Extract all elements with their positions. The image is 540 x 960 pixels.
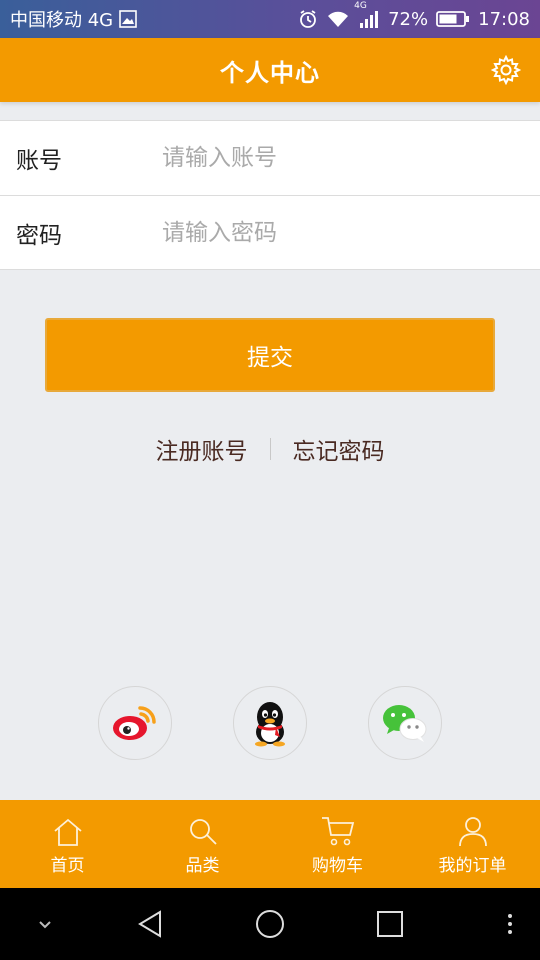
- settings-button[interactable]: [490, 54, 522, 86]
- recents-square-icon: [377, 911, 403, 937]
- tab-label: 品类: [185, 855, 220, 876]
- password-input[interactable]: [162, 219, 540, 246]
- account-row: 账号: [0, 121, 540, 195]
- back-button[interactable]: [130, 888, 170, 960]
- register-link[interactable]: 注册账号: [156, 432, 248, 466]
- chevron-down-icon: [39, 921, 51, 929]
- carrier-text: 中国移动 4G: [10, 10, 114, 31]
- wechat-icon: [383, 705, 427, 742]
- link-divider: [269, 438, 271, 460]
- tab-label: 首页: [50, 855, 85, 876]
- status-bar: 中国移动 4G 4G 72% 17:08: [0, 0, 540, 38]
- system-nav-bar: [0, 888, 540, 960]
- tab-home[interactable]: 首页: [0, 800, 135, 888]
- account-input[interactable]: [162, 145, 540, 171]
- qq-login-button[interactable]: [233, 686, 307, 760]
- search-icon: [189, 818, 217, 845]
- wechat-login-button[interactable]: [368, 686, 442, 760]
- weibo-icon: [113, 706, 156, 740]
- password-row: 密码: [0, 195, 540, 269]
- page-title: 个人中心: [220, 58, 320, 87]
- home-icon: [53, 818, 82, 846]
- battery-percent: 72%: [388, 8, 429, 30]
- social-login: [0, 686, 540, 760]
- gear-icon: [491, 55, 521, 85]
- cart-icon: [321, 816, 354, 845]
- alarm-icon: [298, 9, 318, 29]
- weibo-login-button[interactable]: [98, 686, 172, 760]
- bottom-tab-bar: 首页 品类 购物车 我的订单: [0, 800, 540, 888]
- user-icon: [458, 816, 487, 846]
- signal-icon: 4G: [354, 1, 380, 29]
- image-notification-icon: [119, 10, 137, 28]
- network-type-label: 4G: [354, 1, 367, 11]
- wifi-icon: [326, 9, 350, 29]
- home-nav-button[interactable]: [250, 888, 290, 960]
- tab-category[interactable]: 品类: [135, 800, 270, 888]
- login-form: 账号 密码: [0, 120, 540, 270]
- qq-icon: [255, 702, 285, 747]
- tab-label: 我的订单: [438, 855, 507, 876]
- more-vertical-icon: [508, 914, 512, 934]
- tab-my-orders[interactable]: 我的订单: [405, 800, 540, 888]
- password-label: 密码: [16, 222, 62, 249]
- forgot-password-link[interactable]: 忘记密码: [293, 432, 385, 466]
- more-options-button[interactable]: [496, 888, 524, 960]
- hide-nav-button[interactable]: [28, 888, 62, 960]
- back-triangle-icon: [138, 910, 161, 938]
- account-links: 注册账号 忘记密码: [0, 432, 540, 466]
- app-header: 个人中心: [0, 38, 540, 102]
- recents-button[interactable]: [370, 888, 410, 960]
- account-label: 账号: [16, 148, 62, 174]
- tab-label: 购物车: [312, 855, 363, 876]
- clock-time: 17:08: [478, 8, 530, 30]
- battery-icon: [436, 10, 470, 28]
- submit-button[interactable]: 提交: [45, 318, 495, 392]
- home-circle-icon: [256, 910, 284, 938]
- tab-cart[interactable]: 购物车: [270, 800, 405, 888]
